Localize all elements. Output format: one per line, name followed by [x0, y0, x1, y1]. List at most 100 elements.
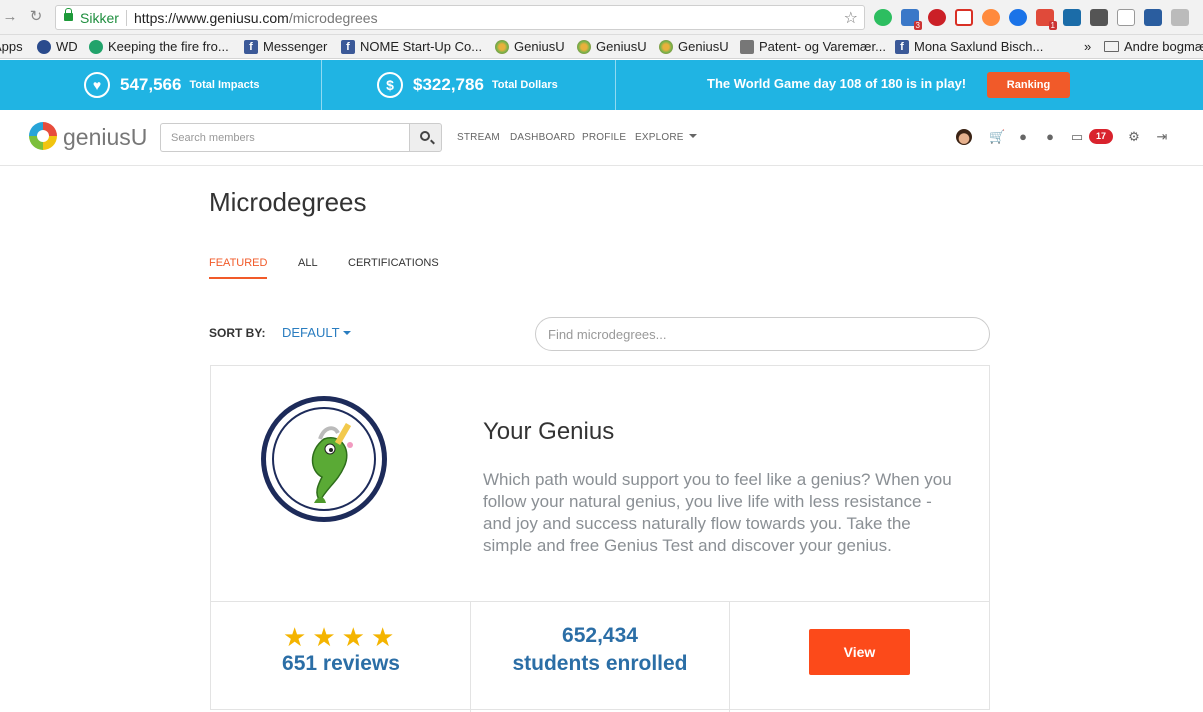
google-badge: 1 — [1048, 21, 1057, 30]
view-button[interactable]: View — [809, 629, 910, 675]
bookmark-keeping-fire[interactable]: Keeping the fire fro... — [89, 39, 229, 54]
evernote-icon[interactable] — [874, 9, 892, 26]
bookmark-label: Messenger — [263, 39, 328, 54]
nav-dashboard[interactable]: DASHBOARD — [510, 132, 575, 143]
camera-icon[interactable] — [1171, 9, 1189, 26]
page-title: Microdegrees — [209, 187, 367, 217]
url-field[interactable]: Sikker https://www.geniusu.com/microdegr… — [55, 5, 865, 30]
other-bookmarks[interactable]: Andre bogmær — [1104, 39, 1203, 54]
search-icon — [420, 131, 430, 141]
url-path: /microdegrees — [288, 10, 378, 26]
bookmark-label: WD — [56, 39, 78, 54]
nav-profile[interactable]: PROFILE — [582, 132, 626, 143]
bookmark-messenger[interactable]: f Messenger — [244, 39, 327, 54]
gear-icon[interactable]: ⚙ — [1127, 130, 1141, 144]
card-description: Which path would support you to feel lik… — [483, 470, 952, 555]
google-extension-icon[interactable]: 1 — [1036, 9, 1057, 30]
notification-badge[interactable]: 17 — [1089, 129, 1113, 144]
bookmark-geniusu-2[interactable]: GeniusU — [577, 39, 647, 54]
user-icon[interactable]: ● — [1043, 130, 1057, 144]
sort-dropdown[interactable]: DEFAULT — [282, 325, 351, 340]
star-icon: ★ — [341, 622, 365, 652]
more-bookmarks-button[interactable]: » — [1084, 39, 1091, 54]
chevron-down-icon — [342, 331, 351, 335]
lock-icon — [64, 8, 73, 21]
bookmark-apps[interactable]: Apps — [0, 39, 23, 54]
impact-bar: ♥ 547,566 Total Impacts $ $322,786 Total… — [0, 60, 1203, 110]
secure-label: Sikker — [80, 10, 119, 26]
dictionary-icon[interactable] — [1144, 9, 1162, 26]
geniusu-icon — [577, 39, 591, 54]
avatar[interactable] — [956, 129, 972, 145]
dollars-label: Total Dollars — [491, 79, 558, 91]
geniusu-logo-icon[interactable] — [29, 122, 57, 150]
keeping-fire-icon — [89, 39, 103, 54]
inbox-icon[interactable]: ▭ — [1070, 130, 1084, 144]
card-footer: ★ ★ ★ ★ 651 reviews 652,434 students enr… — [211, 601, 989, 712]
tab-all[interactable]: ALL — [298, 257, 318, 277]
bookmark-label: GeniusU — [514, 39, 565, 54]
bookmark-star-icon[interactable]: ☆ — [844, 8, 858, 28]
bookmark-nome[interactable]: f NOME Start-Up Co... — [341, 39, 482, 54]
patent-icon — [740, 39, 754, 54]
site-header: geniusU Search members STREAM DASHBOARD … — [0, 110, 1203, 166]
star-icon: ★ — [370, 622, 395, 652]
facebook-icon: f — [341, 39, 355, 54]
reviews-count[interactable]: 651 reviews — [211, 652, 471, 676]
total-impacts: ♥ 547,566 Total Impacts — [84, 60, 260, 110]
students-count: 652,434 — [562, 624, 638, 647]
other-bookmarks-label: Andre bogmær — [1124, 39, 1203, 54]
impacts-value: 547,566 — [120, 75, 182, 94]
bookmark-label: GeniusU — [596, 39, 647, 54]
chat-extension-icon[interactable] — [1009, 9, 1027, 26]
search-members-input[interactable]: Search members — [160, 123, 410, 152]
mail-badge: 3 — [913, 21, 922, 30]
world-game-status: The World Game day 108 of 180 is in play… — [707, 76, 967, 91]
browser-address-bar: → ↻ Sikker https://www.geniusu.com/micro… — [0, 0, 1203, 35]
divider — [729, 602, 730, 712]
search-button[interactable] — [409, 123, 442, 152]
bookmark-mona[interactable]: f Mona Saxlund Bisch... — [895, 39, 1043, 54]
bookmark-patent[interactable]: Patent- og Varemær... — [740, 39, 886, 54]
card-title[interactable]: Your Genius — [483, 418, 614, 446]
geniusu-icon — [659, 39, 673, 54]
microdegree-badge — [261, 396, 387, 522]
extension-icons: 3 1 — [874, 9, 1189, 30]
bookmark-label: Apps — [0, 39, 23, 54]
pinterest-icon[interactable] — [928, 9, 946, 26]
url-text: https://www.geniusu.com/microdegrees — [134, 10, 378, 26]
total-dollars: $ $322,786 Total Dollars — [377, 60, 558, 110]
star-icon: ★ — [283, 622, 307, 652]
bookmark-label: Patent- og Varemær... — [759, 39, 886, 54]
facebook-icon: f — [244, 39, 258, 54]
orange-extension-icon[interactable] — [982, 9, 1000, 26]
forward-arrow-icon[interactable]: → — [2, 9, 18, 25]
bookmark-geniusu-1[interactable]: GeniusU — [495, 39, 565, 54]
ranking-button[interactable]: Ranking — [987, 72, 1070, 98]
download-icon[interactable] — [1090, 9, 1108, 26]
bookmark-wd[interactable]: WD — [37, 39, 78, 54]
gmail-icon[interactable] — [955, 9, 973, 26]
nav-explore-label: EXPLORE — [635, 132, 684, 143]
sort-value: DEFAULT — [282, 325, 340, 340]
chevron-down-icon — [688, 134, 697, 138]
find-microdegrees-input[interactable]: Find microdegrees... — [535, 317, 990, 351]
tab-certifications[interactable]: CERTIFICATIONS — [348, 257, 439, 277]
logo-text[interactable]: geniusU — [63, 124, 147, 151]
tab-featured[interactable]: FEATURED — [209, 257, 268, 279]
divider — [615, 60, 616, 110]
bookmark-label: GeniusU — [678, 39, 729, 54]
globe-icon[interactable]: ● — [1016, 130, 1030, 144]
cart-icon[interactable]: 🛒 — [989, 130, 1005, 144]
nav-explore[interactable]: EXPLORE — [635, 132, 697, 143]
reload-icon[interactable]: ↻ — [28, 9, 44, 25]
divider — [321, 60, 322, 110]
logout-icon[interactable]: ⇥ — [1155, 130, 1169, 144]
bookmark-geniusu-3[interactable]: GeniusU — [659, 39, 729, 54]
c-extension-icon[interactable] — [1117, 9, 1135, 26]
url-domain: https://www.geniusu.com — [134, 10, 289, 26]
mail-extension-icon[interactable]: 3 — [901, 9, 922, 30]
compass-icon[interactable] — [1063, 9, 1081, 26]
wd-icon — [37, 39, 51, 54]
nav-stream[interactable]: STREAM — [457, 132, 500, 143]
